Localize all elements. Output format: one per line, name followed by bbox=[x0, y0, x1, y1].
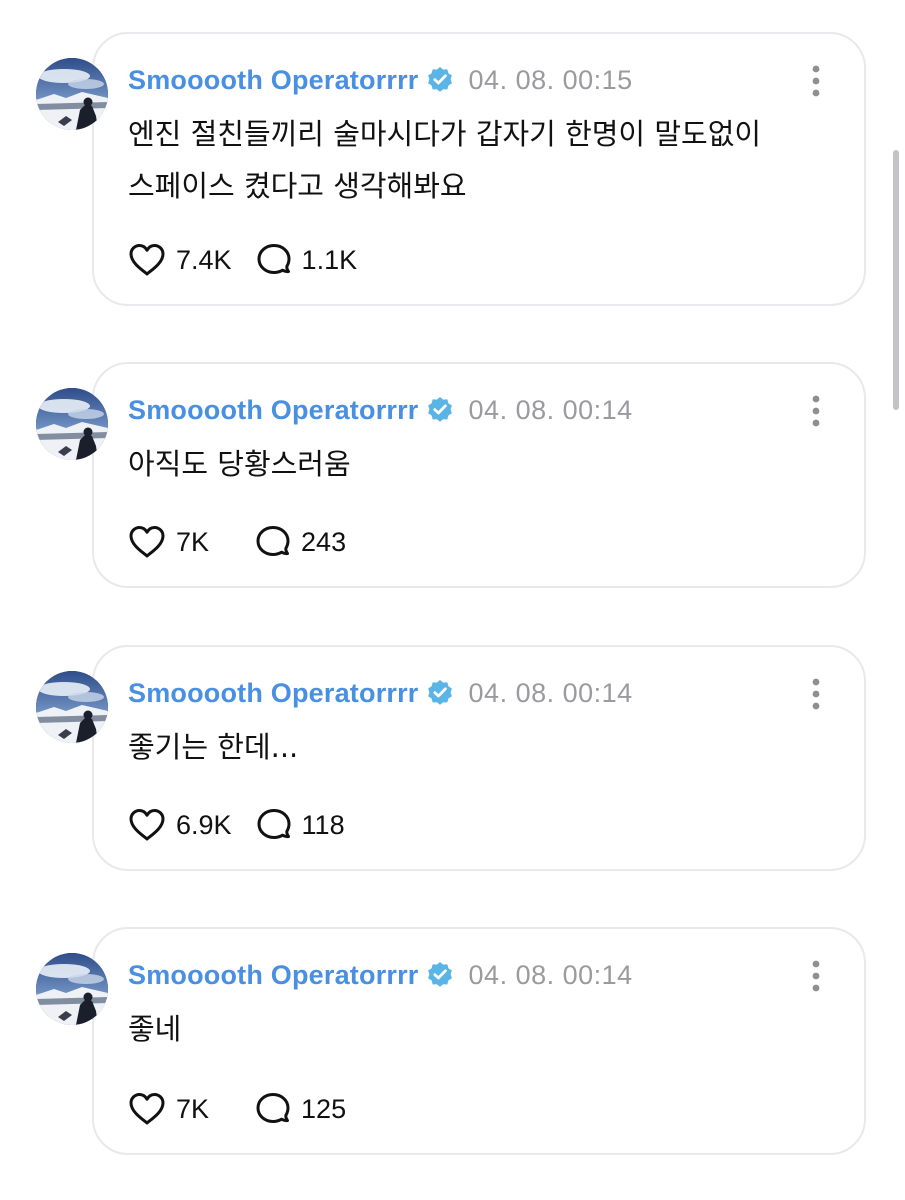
avatar[interactable] bbox=[36, 388, 108, 460]
avatar[interactable] bbox=[36, 953, 108, 1025]
post-actions: 7K 125 bbox=[128, 1089, 346, 1129]
scrollbar[interactable] bbox=[893, 150, 899, 410]
comment-count: 125 bbox=[301, 1093, 347, 1124]
post-text-line: 좋기는 한데... bbox=[128, 730, 299, 764]
post-text-line: 좋네 bbox=[128, 1012, 182, 1046]
post-header: Smooooth Operatorrrr 04. 08. 00:14 bbox=[128, 392, 633, 428]
like-count: 7K bbox=[176, 526, 210, 557]
heart-icon bbox=[128, 243, 166, 277]
timestamp: 04. 08. 00:15 bbox=[468, 64, 633, 95]
username[interactable]: Smooooth Operatorrrr bbox=[128, 678, 419, 709]
timestamp: 04. 08. 00:14 bbox=[468, 394, 633, 425]
post-header: Smooooth Operatorrrr 04. 08. 00:14 bbox=[128, 675, 633, 711]
comment-bubble-icon bbox=[256, 243, 292, 277]
verified-badge-icon bbox=[425, 395, 455, 425]
post-header: Smooooth Operatorrrr 04. 08. 00:14 bbox=[128, 957, 633, 993]
post-card[interactable]: Smooooth Operatorrrr 04. 08. 00:14 아직도 당… bbox=[92, 362, 866, 588]
comment-bubble-icon bbox=[255, 525, 291, 559]
comment-bubble-icon bbox=[256, 808, 292, 842]
post-text: 엔진 절친들끼리 술마시다가 갑자기 한명이 말도없이 스페이스 켰다고 생각해… bbox=[128, 108, 828, 212]
like-count: 6.9K bbox=[176, 809, 232, 840]
verified-badge-icon bbox=[425, 678, 455, 708]
verified-badge-icon bbox=[425, 65, 455, 95]
username[interactable]: Smooooth Operatorrrr bbox=[128, 960, 419, 991]
post-actions: 7K 243 bbox=[128, 522, 346, 562]
like-count: 7K bbox=[176, 1093, 210, 1124]
more-vertical-icon[interactable] bbox=[806, 394, 826, 428]
like-button[interactable]: 7K bbox=[128, 1092, 209, 1126]
more-vertical-icon[interactable] bbox=[806, 677, 826, 711]
comment-button[interactable]: 125 bbox=[255, 1092, 346, 1126]
post-card[interactable]: Smooooth Operatorrrr 04. 08. 00:14 좋네 7K… bbox=[92, 927, 866, 1155]
post-actions: 6.9K 118 bbox=[128, 805, 345, 845]
post-text: 좋기는 한데... bbox=[128, 721, 828, 773]
like-count: 7.4K bbox=[176, 244, 232, 275]
post-actions: 7.4K 1.1K bbox=[128, 240, 357, 280]
comment-count: 243 bbox=[301, 526, 347, 557]
username[interactable]: Smooooth Operatorrrr bbox=[128, 65, 419, 96]
username[interactable]: Smooooth Operatorrrr bbox=[128, 395, 419, 426]
post-text: 좋네 bbox=[128, 1003, 828, 1055]
more-vertical-icon[interactable] bbox=[806, 959, 826, 993]
post-text-line: 스페이스 켰다고 생각해봐요 bbox=[128, 169, 467, 203]
verified-badge-icon bbox=[425, 960, 455, 990]
avatar[interactable] bbox=[36, 671, 108, 743]
heart-icon bbox=[128, 808, 166, 842]
comment-bubble-icon bbox=[255, 1092, 291, 1126]
comment-button[interactable]: 1.1K bbox=[256, 243, 358, 277]
comment-count: 1.1K bbox=[301, 244, 358, 275]
post-card[interactable]: Smooooth Operatorrrr 04. 08. 00:14 좋기는 한… bbox=[92, 645, 866, 871]
post-header: Smooooth Operatorrrr 04. 08. 00:15 bbox=[128, 62, 633, 98]
like-button[interactable]: 7.4K bbox=[128, 243, 232, 277]
avatar[interactable] bbox=[36, 58, 108, 130]
post-text: 아직도 당황스러움 bbox=[128, 438, 828, 490]
comment-button[interactable]: 243 bbox=[255, 525, 346, 559]
comment-button[interactable]: 118 bbox=[256, 808, 345, 842]
like-button[interactable]: 7K bbox=[128, 525, 209, 559]
post-card[interactable]: Smooooth Operatorrrr 04. 08. 00:15 엔진 절친… bbox=[92, 32, 866, 306]
heart-icon bbox=[128, 1092, 166, 1126]
comment-count: 118 bbox=[301, 809, 345, 840]
timestamp: 04. 08. 00:14 bbox=[468, 677, 633, 708]
reply-feed: Smooooth Operatorrrr 04. 08. 00:15 엔진 절친… bbox=[0, 0, 905, 1200]
like-button[interactable]: 6.9K bbox=[128, 808, 232, 842]
timestamp: 04. 08. 00:14 bbox=[468, 959, 633, 990]
more-vertical-icon[interactable] bbox=[806, 64, 826, 98]
heart-icon bbox=[128, 525, 166, 559]
post-text-line: 엔진 절친들끼리 술마시다가 갑자기 한명이 말도없이 bbox=[128, 117, 762, 151]
post-text-line: 아직도 당황스러움 bbox=[128, 447, 351, 481]
